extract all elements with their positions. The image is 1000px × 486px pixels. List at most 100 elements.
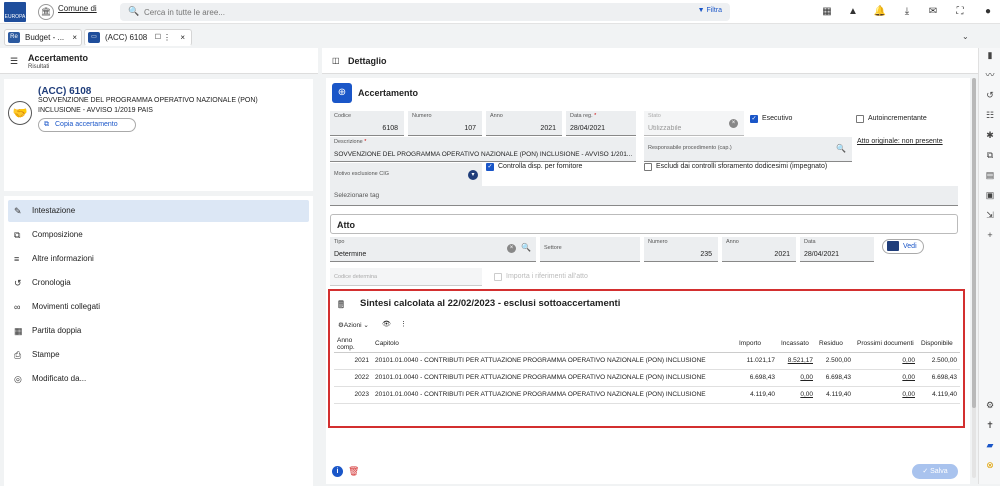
accessibility-icon[interactable]: ✝ (983, 418, 997, 432)
more-icon[interactable]: ⋮ (163, 30, 171, 45)
warning-icon[interactable]: ▲ (846, 5, 860, 19)
col-header[interactable]: Importo (736, 336, 778, 353)
atto-anno-field[interactable]: Anno 2021 (722, 237, 796, 262)
filter-button[interactable]: ▼ Filtra (698, 7, 722, 14)
col-header[interactable]: Prossimi documenti (854, 336, 918, 353)
list-icon[interactable]: ☰ (10, 56, 18, 67)
menu-item-intestazione[interactable]: ✎ Intestazione (8, 200, 309, 222)
tipo-field[interactable]: Tipo Determine × 🔍 (330, 237, 536, 262)
col-header[interactable]: Capitolo (372, 336, 736, 353)
fullscreen-icon[interactable]: ⛶ (953, 5, 967, 19)
col-header[interactable]: Residuo (816, 336, 854, 353)
descrizione-field[interactable]: Descrizione * SOVVENZIONE DEL PROGRAMMA O… (330, 137, 636, 162)
book-icon[interactable]: ▮ (983, 48, 997, 62)
settore-field[interactable]: Settore (540, 237, 640, 262)
municipality-icon[interactable]: 🏛 (38, 4, 54, 20)
tag-selector[interactable]: Selezionare tag (330, 186, 958, 206)
cell-incassato-link[interactable]: 0,00 (778, 386, 816, 404)
atto-originale-link[interactable]: Atto originale: non presente (857, 138, 943, 145)
search-icon[interactable]: 🔍 (836, 144, 846, 153)
add-icon[interactable]: + (983, 228, 997, 242)
tabs-chevron-down-icon[interactable]: ⌄ (962, 32, 969, 41)
atto-data-field[interactable]: Data 28/04/2021 (800, 237, 874, 262)
pin-icon[interactable]: ☐ (155, 30, 161, 45)
app-logo[interactable]: EUROPA (4, 2, 26, 22)
importa-label: Importa i riferimenti all'atto (506, 273, 588, 280)
menu-item-stampe[interactable]: ⎙ Stampe (8, 344, 309, 366)
close-icon[interactable]: × (180, 30, 185, 45)
gear-icon[interactable]: ⚙ (983, 398, 997, 412)
table-row[interactable]: 2022 20101.01.0040 - CONTRIBUTI PER ATTU… (334, 369, 960, 387)
tab-budget[interactable]: Re Budget - ... × (4, 29, 82, 46)
ente-label[interactable]: Comune di (58, 4, 97, 13)
cell-disponibile: 2.500,00 (918, 352, 960, 370)
menu-item-movimenti-collegati[interactable]: ∞ Movimenti collegati (8, 296, 309, 318)
cell-incassato-link[interactable]: 0,00 (778, 369, 816, 387)
grid-icon[interactable]: ▦ (820, 5, 834, 19)
col-header[interactable]: Disponibile (918, 336, 960, 353)
table-row[interactable]: 2023 20101.01.0040 - CONTRIBUTI PER ATTU… (334, 386, 960, 404)
numero-field[interactable]: Numero 107 (408, 111, 482, 136)
codice-field[interactable]: Codice 6108 (330, 111, 404, 136)
table-row[interactable]: 2021 20101.01.0040 - CONTRIBUTI PER ATTU… (334, 352, 960, 370)
cell-prossimi-link[interactable]: 0,00 (854, 386, 918, 404)
cell-prossimi-link[interactable]: 0,00 (854, 369, 918, 387)
mail-icon[interactable]: ✉ (926, 5, 940, 19)
trash-icon[interactable]: 🗑 (348, 466, 359, 477)
cell-incassato-link[interactable]: 8.521,17 (778, 352, 816, 370)
scrollbar-thumb[interactable] (972, 78, 976, 408)
controlla-checkbox[interactable]: ✓ (486, 163, 494, 171)
document-icon[interactable]: ▤ (983, 168, 997, 182)
copy-accertamento-button[interactable]: ⧉ Copia accertamento (38, 118, 136, 132)
scrollbar[interactable] (972, 78, 976, 478)
file-icon[interactable]: ▣ (983, 188, 997, 202)
copy-icon: ⧉ (44, 121, 49, 128)
detail-header: ◫ Dettaglio (322, 48, 978, 74)
history-icon[interactable]: ↺ (983, 88, 997, 102)
data-reg-field[interactable]: Data reg. * 28/04/2021 (566, 111, 636, 136)
menu-item-composizione[interactable]: ⧉ Composizione (8, 224, 309, 246)
autoincrementante-checkbox[interactable] (856, 115, 864, 123)
col-header[interactable]: Incassato (778, 336, 816, 353)
menu-item-cronologia[interactable]: ↺ Cronologia (8, 272, 309, 294)
tool-icon[interactable]: ✱ (983, 128, 997, 142)
cell-prossimi-link[interactable]: 0,00 (854, 352, 918, 370)
anno-field[interactable]: Anno 2021 (486, 111, 562, 136)
more-icon[interactable]: ⋮ (400, 320, 407, 328)
motivo-esclusione-cig-select[interactable]: Motivo esclusione CIG ▾ (330, 163, 482, 188)
vedi-button[interactable]: Vedi (882, 239, 924, 254)
help-icon[interactable]: ⊗ (983, 458, 997, 472)
trend-icon[interactable]: 〰 (983, 68, 997, 82)
bell-icon[interactable]: 🔔 (873, 5, 887, 19)
panel-toggle-icon[interactable]: ◫ (332, 56, 340, 65)
menu-item-modificato-da[interactable]: ◎ Modificato da... (8, 368, 309, 390)
tag-placeholder: Selezionare tag (334, 192, 380, 199)
atto-numero-field[interactable]: Numero 235 (644, 237, 718, 262)
azioni-label: Azioni (343, 322, 362, 329)
responsabile-field[interactable]: Responsabile procedimento (cap.) 🔍 (644, 137, 852, 162)
eye-icon[interactable]: 👁 (382, 320, 391, 328)
menu-item-partita-doppia[interactable]: ▦ Partita doppia (8, 320, 309, 342)
chat-icon[interactable]: ▰ (983, 438, 997, 452)
export-icon[interactable]: ⇲ (983, 208, 997, 222)
copy-icon[interactable]: ⧉ (983, 148, 997, 162)
menu-label: Cronologia (32, 278, 71, 287)
coin-icon: ⊕ (332, 83, 352, 103)
esecutivo-checkbox[interactable]: ✓ (750, 115, 758, 123)
azioni-button[interactable]: ⚙Azioni ⌄ (338, 321, 369, 329)
tab-label: (ACC) 6108 (105, 33, 148, 42)
download-icon[interactable]: ⤓ (900, 5, 914, 19)
search-icon[interactable]: 🔍 (521, 243, 531, 252)
menu-label: Modificato da... (32, 374, 87, 383)
tab-acc-6108[interactable]: ▭ (ACC) 6108 ☐ ⋮ × (84, 29, 192, 46)
menu-item-altre-informazioni[interactable]: ≡ Altre informazioni (8, 248, 309, 270)
search-input[interactable] (144, 4, 644, 20)
col-header[interactable]: Anno comp. (334, 336, 372, 353)
close-icon[interactable]: × (72, 30, 77, 45)
user-icon[interactable]: ● (981, 5, 995, 19)
salva-button[interactable]: ✓ Salva (912, 464, 958, 479)
clear-icon[interactable]: × (507, 244, 516, 253)
list-numbered-icon[interactable]: ☷ (983, 108, 997, 122)
info-icon[interactable]: i (332, 466, 343, 477)
escludi-checkbox[interactable] (644, 163, 652, 171)
